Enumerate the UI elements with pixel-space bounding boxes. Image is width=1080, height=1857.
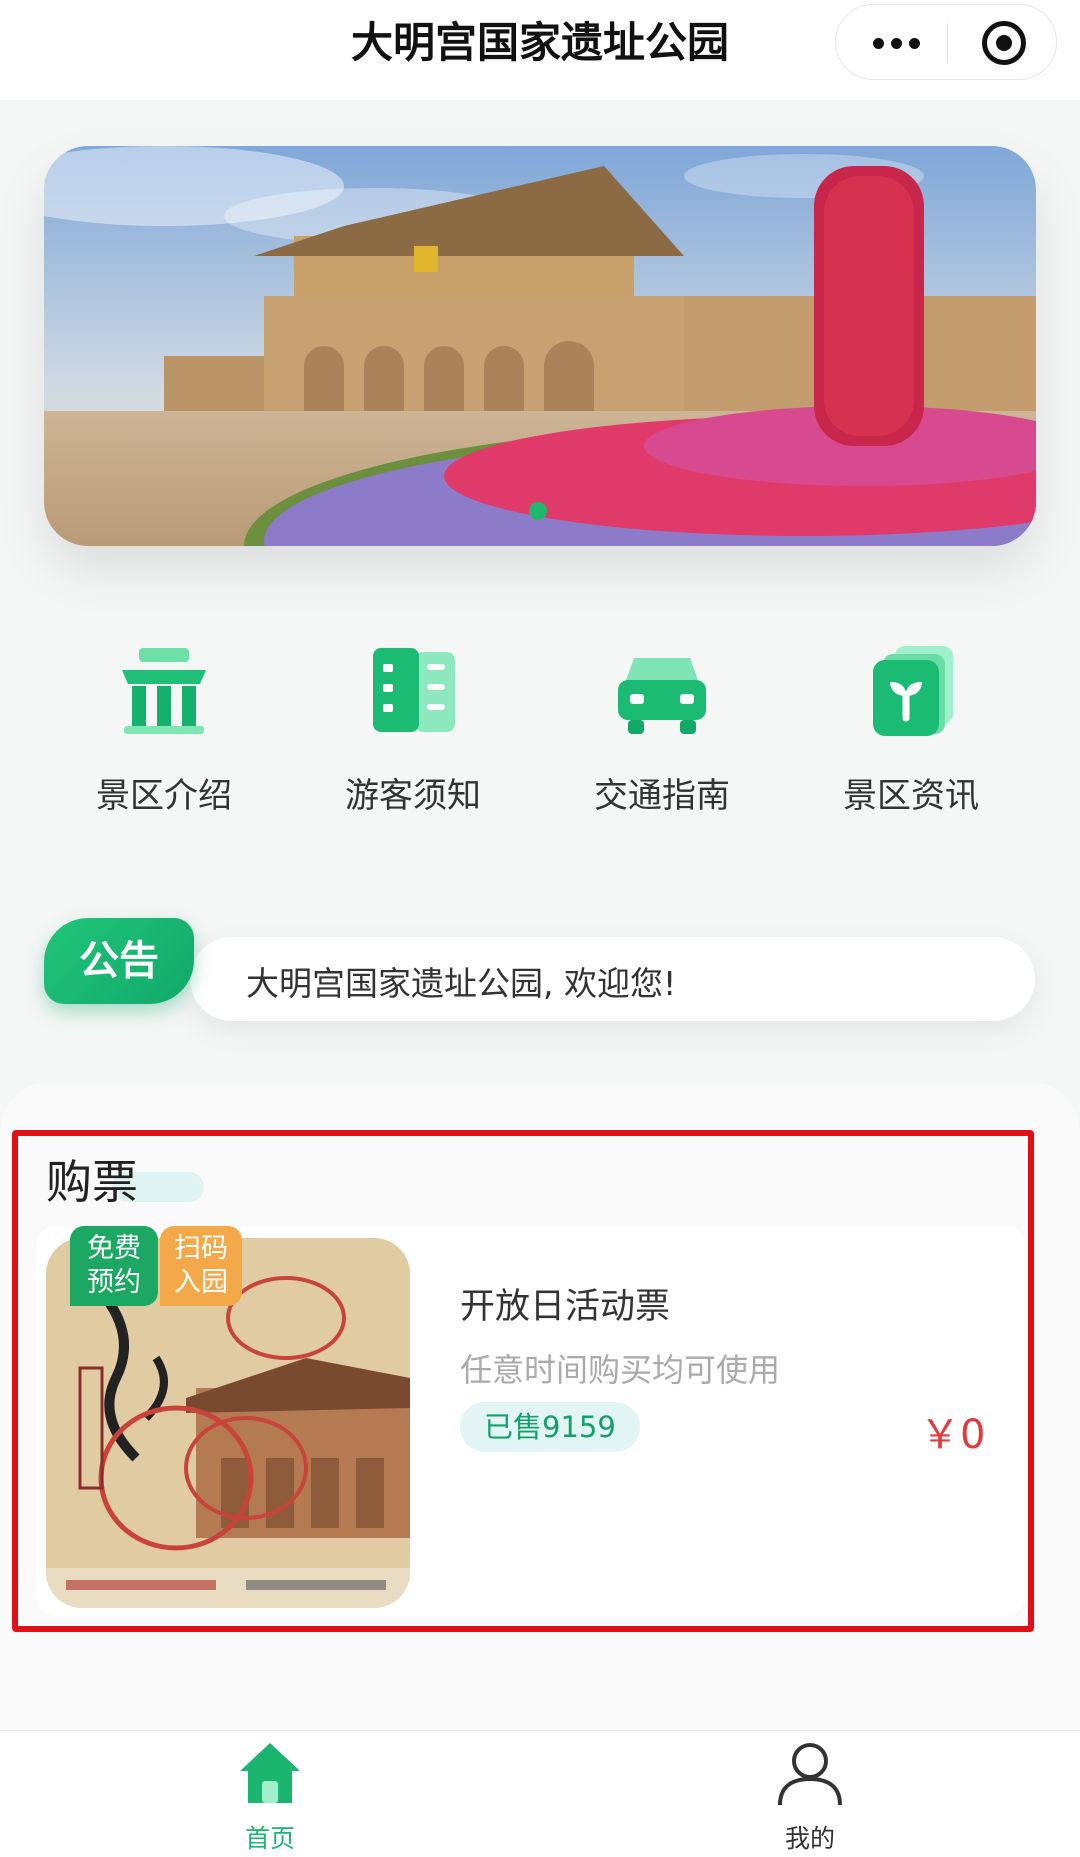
sprout-card-icon <box>873 646 953 736</box>
palace-photo <box>44 146 1036 546</box>
nav-label: 景区资讯 <box>843 776 979 816</box>
hero-banner[interactable] <box>44 146 1036 546</box>
nav-visitor-notice[interactable]: 游客须知 <box>313 640 513 820</box>
home-icon <box>240 1743 300 1803</box>
car-icon <box>618 658 706 734</box>
highlight-frame <box>12 1130 1034 1632</box>
nav-traffic-guide[interactable]: 交通指南 <box>562 640 762 820</box>
top-bar: 大明宫国家遗址公园 <box>0 0 1080 100</box>
user-icon <box>778 1743 842 1806</box>
nav-scenic-news[interactable]: 景区资讯 <box>811 640 1011 820</box>
nav-label: 景区介绍 <box>96 776 232 816</box>
tab-mine[interactable]: 我的 <box>730 1731 890 1857</box>
notice-text: 大明宫国家遗址公园, 欢迎您! <box>246 964 677 1003</box>
tab-home-label: 首页 <box>244 1824 295 1853</box>
mini-program-capsule <box>835 4 1057 80</box>
tab-home[interactable]: 首页 <box>190 1731 350 1857</box>
nav-label: 游客须知 <box>345 776 481 816</box>
nav-scenic-intro[interactable]: 景区介绍 <box>64 640 264 820</box>
book-icon <box>373 648 455 732</box>
nav-label: 交通指南 <box>594 776 730 816</box>
more-dots-icon[interactable] <box>866 5 926 81</box>
carousel-indicator[interactable] <box>529 502 547 520</box>
notice-badge: 公告 <box>44 918 194 1004</box>
target-circle-icon[interactable] <box>982 21 1026 65</box>
tab-mine-label: 我的 <box>784 1824 835 1853</box>
bottom-tab-bar: 首页 我的 <box>0 1730 1080 1857</box>
pavilion-icon <box>122 648 206 734</box>
capsule-divider <box>947 23 948 63</box>
